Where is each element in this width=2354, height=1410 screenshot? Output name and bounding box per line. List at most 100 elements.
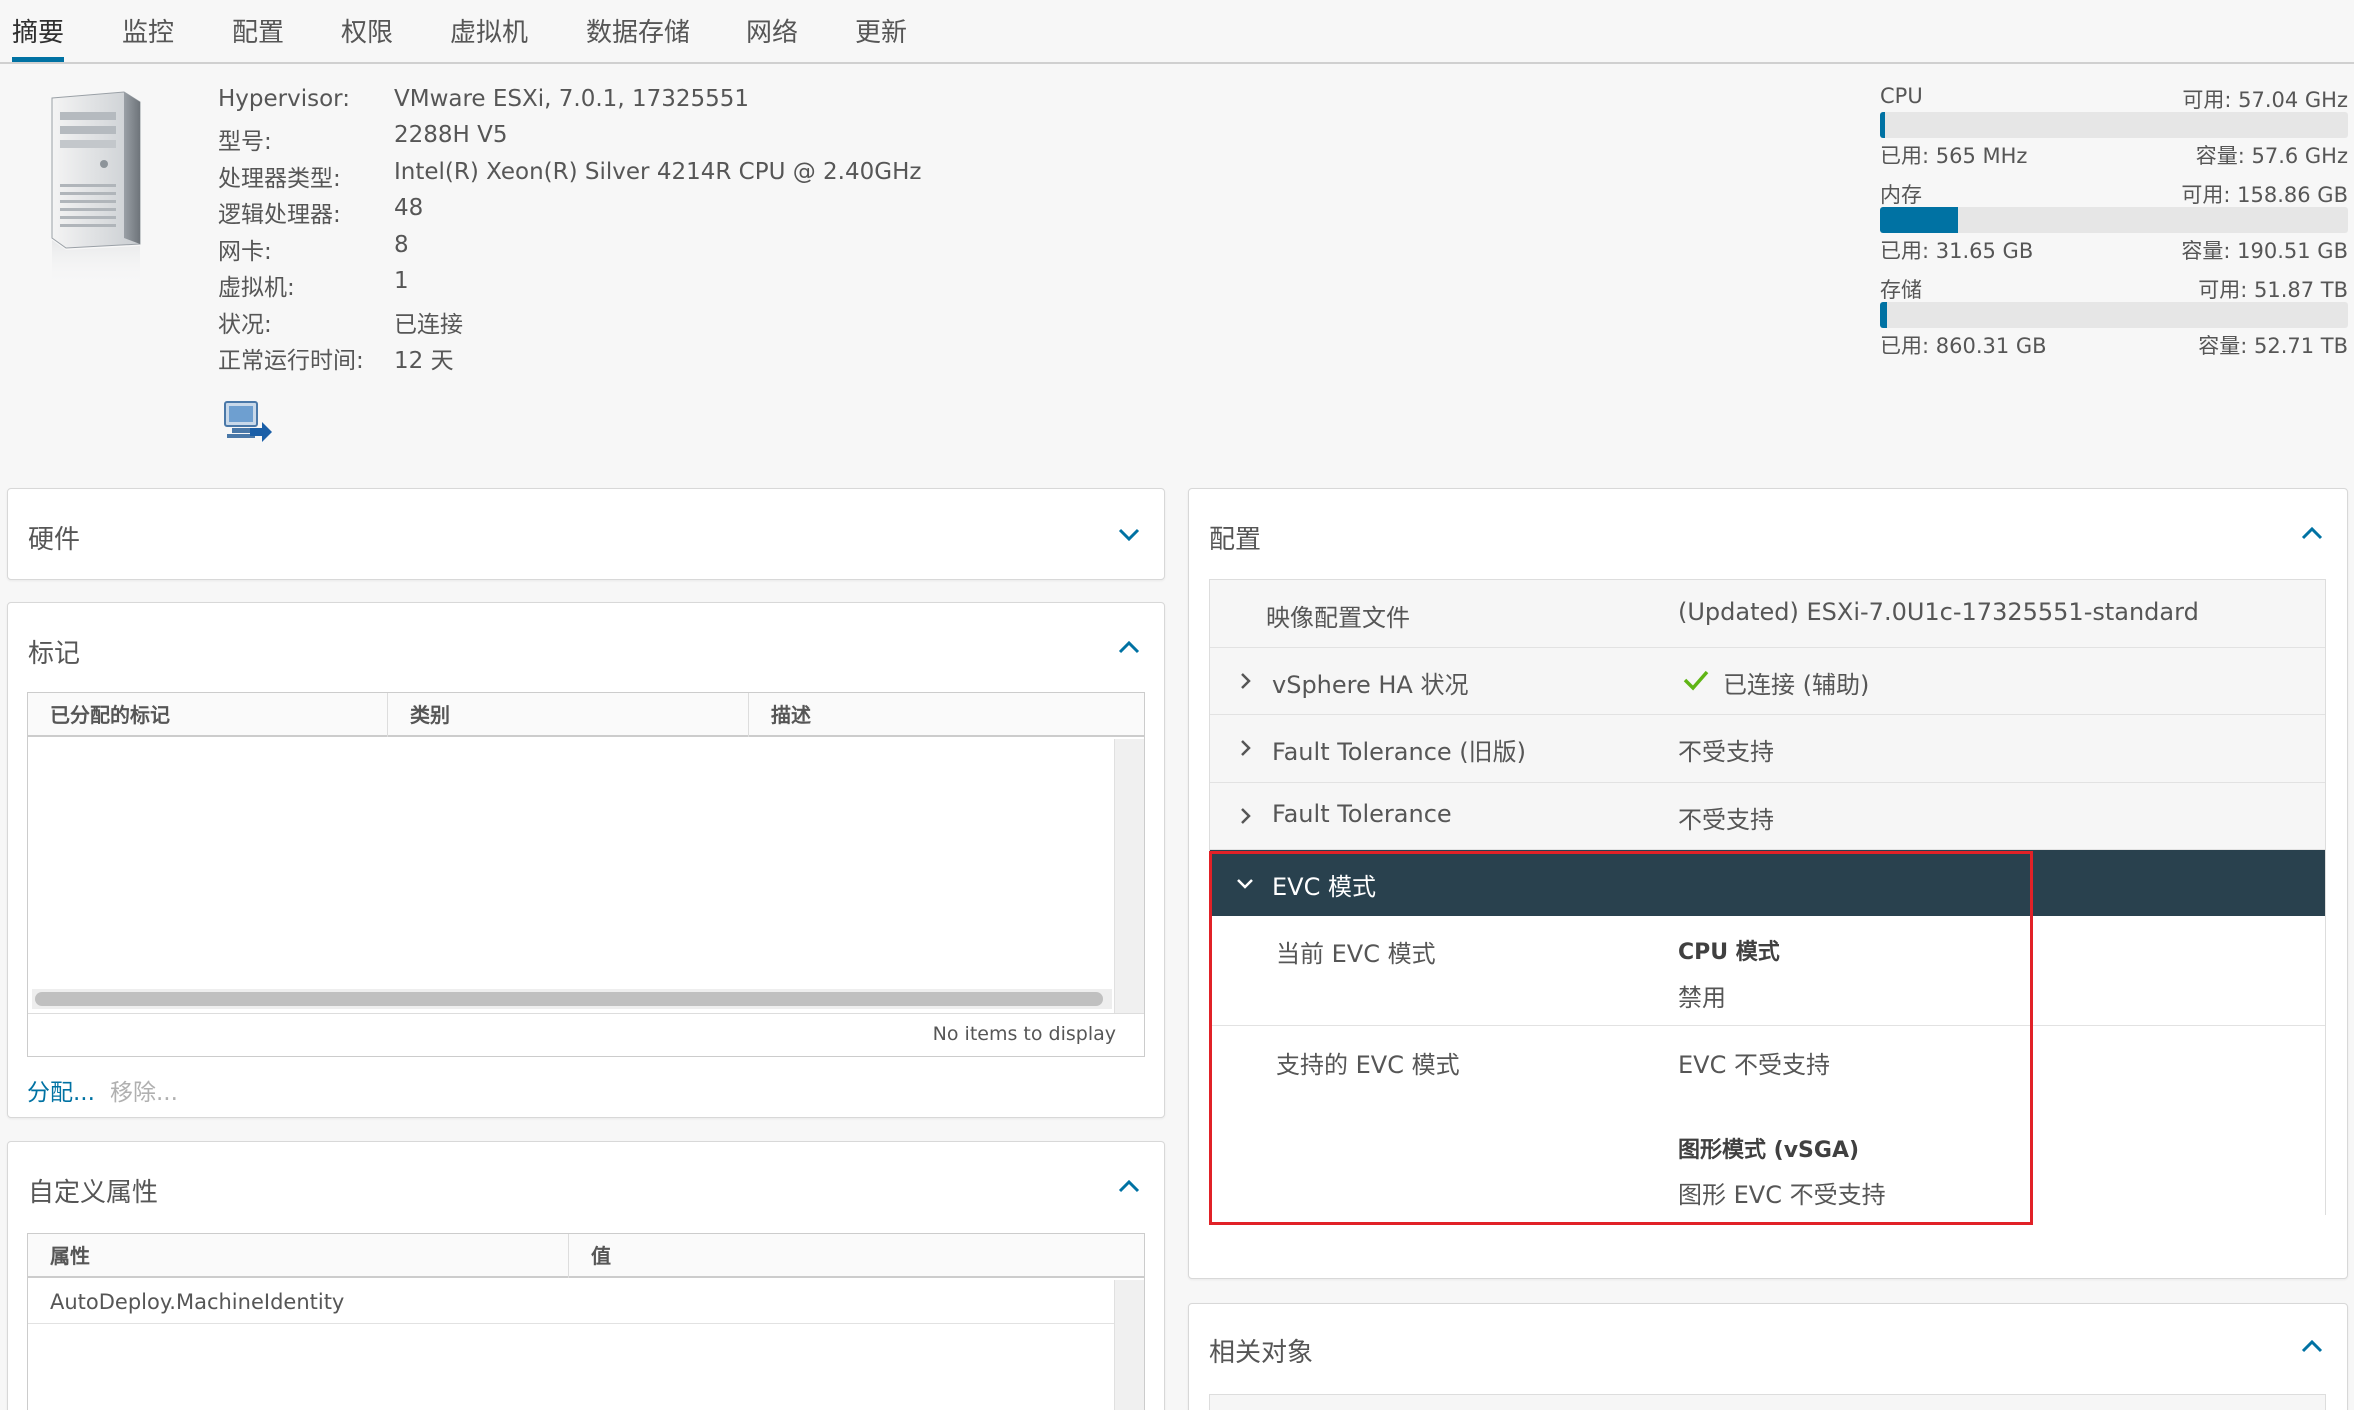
nics-value: 8 [394,232,409,258]
column-description[interactable]: 描述 [749,693,1144,737]
hypervisor-label: Hypervisor: [218,86,350,112]
checkmark-icon [1682,666,1710,694]
ha-status-row[interactable]: vSphere HA 状况 已连接 (辅助) [1210,648,2325,715]
chevron-right-icon[interactable] [1234,805,1256,827]
custom-attributes-grid-header: 属性 值 [28,1234,1144,1278]
image-profile-label: 映像配置文件 [1266,604,1410,632]
cpu-usage-bar [1880,112,2348,138]
memory-usage-fill [1880,207,1958,233]
chevron-right-icon[interactable] [1234,737,1256,759]
hardware-card-title: 硬件 [28,525,81,555]
state-label: 状况: [218,312,272,338]
fault-tolerance-value: 不受支持 [1678,806,1774,834]
memory-free: 可用: 158.86 GB [2181,183,2348,207]
tab-permissions[interactable]: 权限 [341,16,393,62]
related-objects-list [1209,1394,2326,1410]
memory-usage-bar [1880,207,2348,233]
table-row[interactable]: AutoDeploy.MachineIdentity [28,1280,1114,1324]
chevron-up-icon[interactable] [2297,1332,2327,1362]
cpu-meter-name: CPU [1880,84,1923,108]
tab-configure[interactable]: 配置 [232,16,284,62]
vm-count-value: 1 [394,268,409,294]
column-category[interactable]: 类别 [388,693,749,737]
chevron-right-icon[interactable] [1234,670,1256,692]
tab-updates[interactable]: 更新 [855,16,907,62]
column-assigned-tag[interactable]: 已分配的标记 [28,693,388,737]
tab-networks[interactable]: 网络 [746,16,798,62]
custom-attributes-vertical-scrollbar[interactable] [1114,1280,1144,1410]
state-value: 已连接 [394,312,463,338]
ha-status-label: vSphere HA 状况 [1272,671,1469,699]
related-objects-card-title: 相关对象 [1209,1338,1314,1368]
column-attribute[interactable]: 属性 [28,1234,569,1278]
configuration-card-title: 配置 [1209,525,1262,555]
fault-tolerance-legacy-row[interactable]: Fault Tolerance (旧版) 不受支持 [1210,715,2325,783]
tags-grid-vertical-scrollbar[interactable] [1114,739,1144,1013]
nics-label: 网卡: [218,239,272,265]
chevron-up-icon[interactable] [1114,1172,1144,1202]
tags-card: 标记 已分配的标记 类别 描述 No items to display 分配..… [7,602,1165,1118]
assign-tag-link[interactable]: 分配... [27,1073,95,1107]
fault-tolerance-legacy-label: Fault Tolerance (旧版) [1272,738,1527,766]
fault-tolerance-row[interactable]: Fault Tolerance 不受支持 [1210,783,2325,850]
image-profile-value: (Updated) ESXi-7.0U1c-17325551-standard [1678,598,2199,626]
storage-free: 可用: 51.87 TB [2198,278,2348,302]
server-icon [46,88,156,298]
model-value: 2288H V5 [394,122,508,148]
hardware-card: 硬件 [7,488,1165,580]
custom-attributes-grid: 属性 值 AutoDeploy.MachineIdentity [27,1233,1145,1410]
hypervisor-value: VMware ESXi, 7.0.1, 17325551 [394,86,750,112]
custom-attributes-card-title: 自定义属性 [28,1178,159,1208]
memory-meter-name: 内存 [1880,183,1922,207]
storage-meter: 存储 可用: 51.87 TB 已用: 860.31 GB 容量: 52.71 … [1880,274,2348,369]
processor-type-label: 处理器类型: [218,166,341,192]
memory-used: 已用: 31.65 GB [1880,239,2034,263]
column-value[interactable]: 值 [569,1234,1144,1278]
cpu-capacity: 容量: 57.6 GHz [2195,144,2348,168]
processor-type-value: Intel(R) Xeon(R) Silver 4214R CPU @ 2.40… [394,159,922,185]
model-label: 型号: [218,129,272,155]
logical-processors-value: 48 [394,195,424,221]
ha-status-value: 已连接 (辅助) [1723,671,1870,699]
tags-grid-header: 已分配的标记 类别 描述 [28,693,1144,737]
memory-meter: 内存 可用: 158.86 GB 已用: 31.65 GB 容量: 190.51… [1880,179,2348,274]
resource-meters: CPU 可用: 57.04 GHz 已用: 565 MHz 容量: 57.6 G… [1880,84,2348,369]
storage-capacity: 容量: 52.71 TB [2198,334,2348,358]
remote-console-icon[interactable] [222,398,272,444]
storage-used: 已用: 860.31 GB [1880,334,2047,358]
cpu-meter: CPU 可用: 57.04 GHz 已用: 565 MHz 容量: 57.6 G… [1880,84,2348,179]
cpu-usage-fill [1880,112,1885,138]
chevron-up-icon[interactable] [2297,519,2327,549]
uptime-value: 12 天 [394,348,454,374]
chevron-down-icon[interactable] [1114,519,1144,549]
related-objects-card: 相关对象 [1188,1303,2348,1410]
tab-bar: 摘要 监控 配置 权限 虚拟机 数据存储 网络 更新 [0,0,2354,64]
custom-attributes-card: 自定义属性 属性 值 AutoDeploy.MachineIdentity [7,1141,1165,1410]
no-items-text: No items to display [932,1023,1116,1045]
storage-usage-fill [1880,302,1888,328]
tab-monitor[interactable]: 监控 [122,16,174,62]
storage-meter-name: 存储 [1880,278,1922,302]
logical-processors-label: 逻辑处理器: [218,202,341,228]
tags-card-title: 标记 [28,639,81,669]
storage-usage-bar [1880,302,2348,328]
fault-tolerance-legacy-value: 不受支持 [1678,738,1774,766]
tab-datastores[interactable]: 数据存储 [586,16,690,62]
attribute-name: AutoDeploy.MachineIdentity [50,1290,345,1314]
cpu-used: 已用: 565 MHz [1880,144,2028,168]
fault-tolerance-label: Fault Tolerance [1272,800,1452,828]
tab-vms[interactable]: 虚拟机 [450,16,528,62]
grid-footer-divider [28,1013,1144,1014]
cpu-free: 可用: 57.04 GHz [2182,88,2348,112]
uptime-label: 正常运行时间: [218,348,364,374]
remove-tag-link[interactable]: 移除... [110,1073,178,1107]
tags-grid-horizontal-scrollbar[interactable] [32,989,1112,1009]
highlight-box [1209,851,2033,1225]
tags-grid: 已分配的标记 类别 描述 No items to display [27,692,1145,1057]
vm-count-label: 虚拟机: [218,275,295,301]
image-profile-row: 映像配置文件 (Updated) ESXi-7.0U1c-17325551-st… [1210,580,2325,648]
chevron-up-icon[interactable] [1114,633,1144,663]
scrollbar-thumb[interactable] [35,992,1103,1006]
memory-capacity: 容量: 190.51 GB [2181,239,2348,263]
tab-summary[interactable]: 摘要 [12,16,65,62]
